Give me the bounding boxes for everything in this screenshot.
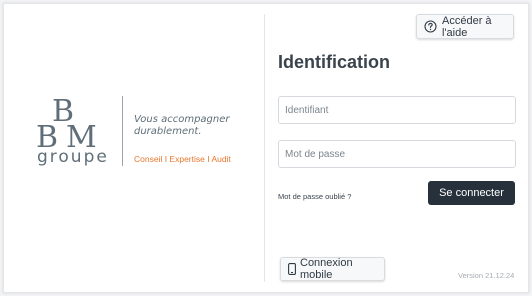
bbm-logo-mark: B B M <box>36 95 97 151</box>
page-title: Identification <box>278 52 390 72</box>
vertical-divider <box>264 14 265 282</box>
mobile-login-label: Connexion mobile <box>300 257 353 281</box>
login-button[interactable]: Se connecter <box>428 181 515 205</box>
help-button[interactable]: Accéder à l'aide <box>416 14 514 39</box>
tagline-line-1: Vous accompagner <box>134 114 230 125</box>
smartphone-icon <box>288 263 296 275</box>
services-text: Conseil I Expertise I Audit <box>134 154 231 164</box>
question-circle-icon <box>424 20 437 33</box>
logo-word: groupe <box>37 147 109 167</box>
tagline-line-2: durablement. <box>134 126 202 137</box>
mobile-login-button[interactable]: Connexion mobile <box>280 257 385 281</box>
tagline: Vous accompagner durablement. <box>134 114 259 138</box>
version-label: Version 21.12.24 <box>458 271 515 280</box>
help-button-label: Accéder à l'aide <box>442 14 492 39</box>
forgot-password-link[interactable]: Mot de passe oublié ? <box>278 192 351 201</box>
bbm-logo: B B M groupe <box>36 95 116 171</box>
password-input[interactable] <box>278 140 516 168</box>
username-input[interactable] <box>278 96 516 124</box>
logo-separator <box>122 96 123 166</box>
